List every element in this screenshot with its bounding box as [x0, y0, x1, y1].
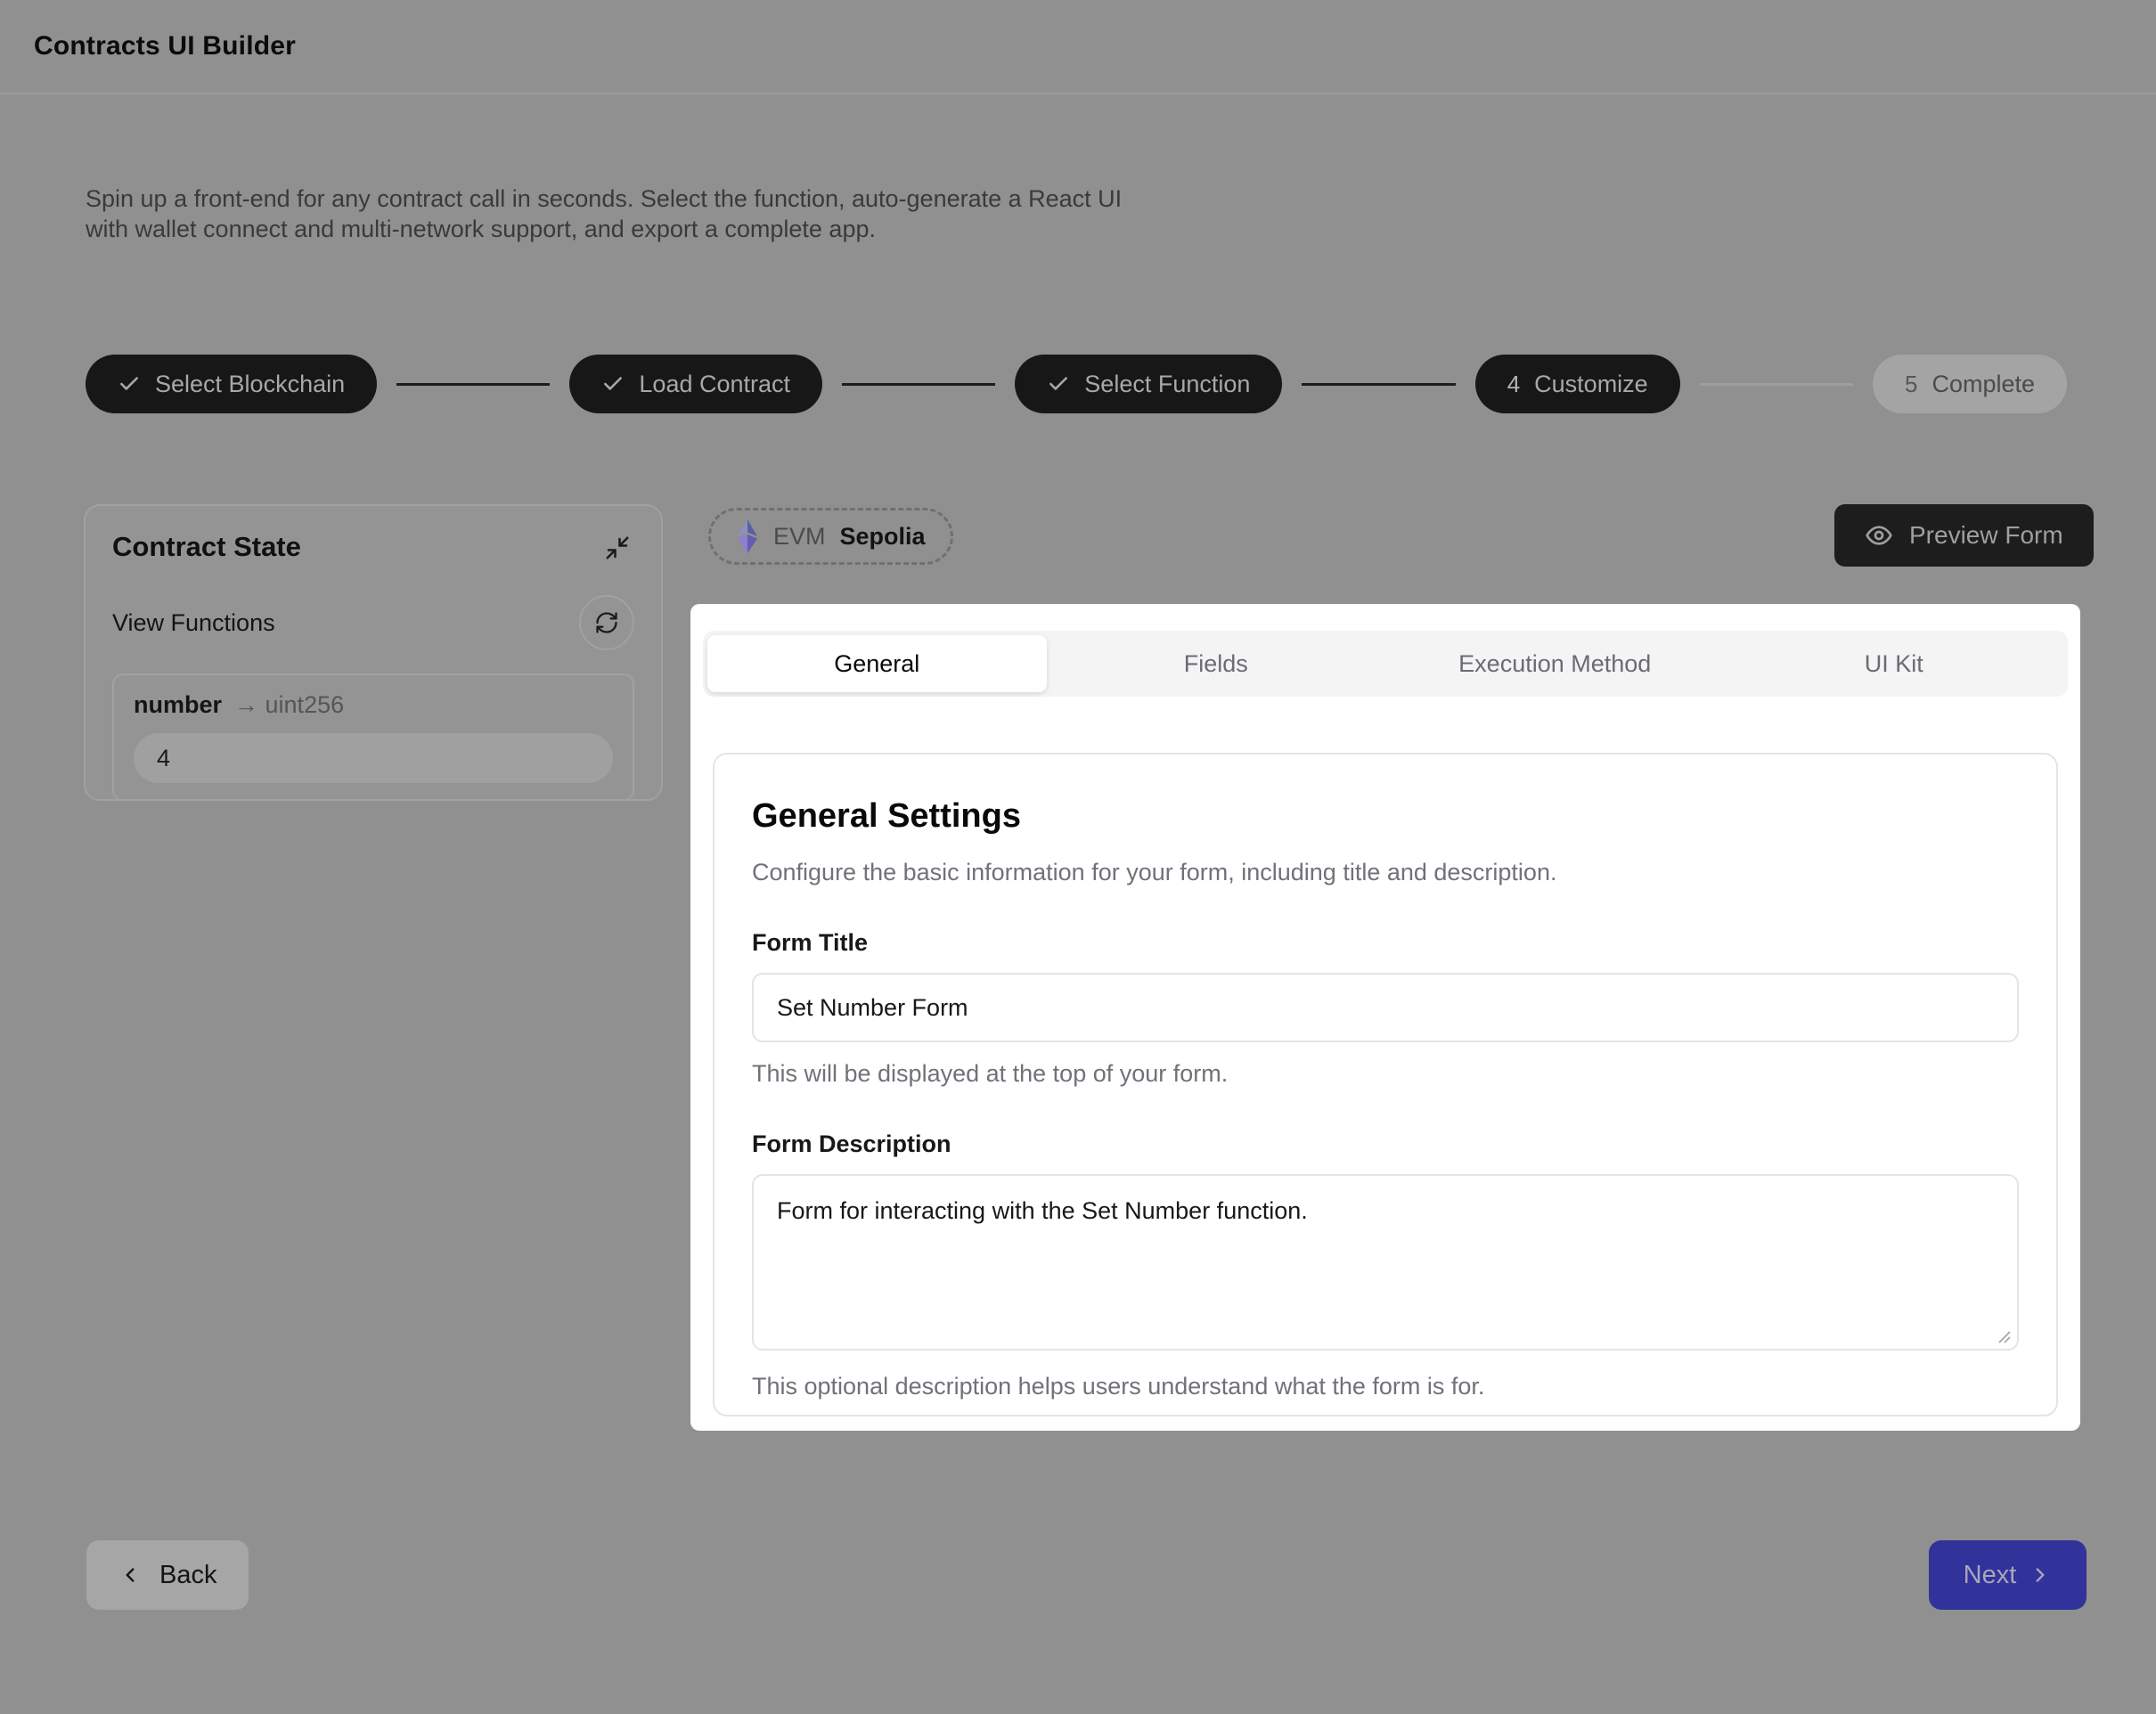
- next-button-label: Next: [1964, 1561, 2017, 1590]
- step-number: 4: [1507, 371, 1520, 398]
- general-settings-title: General Settings: [752, 797, 2019, 836]
- general-settings-card: General Settings Configure the basic inf…: [713, 753, 2058, 1416]
- tab-fields[interactable]: Fields: [1047, 635, 1386, 692]
- tab-ui-kit[interactable]: UI Kit: [1725, 635, 2064, 692]
- refresh-button[interactable]: [579, 595, 634, 650]
- step-label: Select Blockchain: [155, 371, 345, 398]
- intro-text: Spin up a front-end for any contract cal…: [86, 184, 1128, 244]
- customize-panel: General Fields Execution Method UI Kit G…: [690, 604, 2080, 1431]
- step-complete[interactable]: 5 Complete: [1873, 355, 2067, 413]
- step-connector: [1302, 383, 1455, 386]
- step-load-contract[interactable]: Load Contract: [569, 355, 822, 413]
- step-label: Complete: [1931, 371, 2035, 398]
- eye-icon: [1865, 521, 1893, 550]
- chevron-left-icon: [118, 1563, 142, 1587]
- preview-form-button[interactable]: Preview Form: [1834, 504, 2094, 567]
- network-name-label: Sepolia: [840, 523, 926, 551]
- customize-tabs: General Fields Execution Method UI Kit: [703, 631, 2068, 697]
- function-value: 4: [134, 733, 613, 783]
- resize-handle-icon[interactable]: [1996, 1328, 2012, 1344]
- step-connector: [1700, 383, 1853, 386]
- check-icon: [118, 372, 141, 396]
- preview-form-label: Preview Form: [1909, 521, 2063, 550]
- ethereum-icon: [736, 518, 759, 554]
- form-title-input[interactable]: [752, 973, 2019, 1042]
- step-label: Load Contract: [639, 371, 790, 398]
- step-connector: [842, 383, 995, 386]
- back-button[interactable]: Back: [86, 1540, 249, 1610]
- function-name: number: [134, 691, 222, 719]
- step-label: Select Function: [1084, 371, 1250, 398]
- next-button[interactable]: Next: [1929, 1540, 2087, 1610]
- tab-general[interactable]: General: [707, 635, 1047, 692]
- back-button-label: Back: [159, 1561, 216, 1590]
- step-label: Customize: [1534, 371, 1648, 398]
- check-icon: [1047, 372, 1070, 396]
- form-title-label: Form Title: [752, 929, 2019, 957]
- step-select-function[interactable]: Select Function: [1015, 355, 1282, 413]
- form-description-textarea[interactable]: Form for interacting with the Set Number…: [752, 1174, 2019, 1351]
- collapse-panel-button[interactable]: [600, 531, 634, 565]
- function-return-type: → uint256: [234, 691, 344, 719]
- form-description-help: This optional description helps users un…: [752, 1373, 2019, 1400]
- step-customize[interactable]: 4 Customize: [1475, 355, 1680, 413]
- network-badge[interactable]: EVM Sepolia: [708, 508, 953, 565]
- chevron-right-icon: [2029, 1563, 2052, 1587]
- step-connector: [396, 383, 550, 386]
- check-icon: [601, 372, 625, 396]
- step-number: 5: [1905, 371, 1917, 398]
- minimize-icon: [604, 535, 631, 561]
- contract-state-title: Contract State: [112, 531, 301, 563]
- general-settings-description: Configure the basic information for your…: [752, 859, 2019, 886]
- form-title-help: This will be displayed at the top of you…: [752, 1060, 2019, 1088]
- refresh-icon: [594, 610, 619, 635]
- function-result-card[interactable]: number → uint256 4: [112, 673, 634, 801]
- wizard-stepper: Select Blockchain Load Contract Select F…: [86, 355, 2067, 413]
- step-select-blockchain[interactable]: Select Blockchain: [86, 355, 377, 413]
- app-header: Contracts UI Builder: [0, 0, 2156, 94]
- network-platform-label: EVM: [773, 523, 826, 551]
- view-functions-label: View Functions: [112, 609, 275, 637]
- app-title: Contracts UI Builder: [34, 31, 296, 61]
- tab-execution-method[interactable]: Execution Method: [1385, 635, 1725, 692]
- contract-state-panel: Contract State View Functions number → u…: [84, 504, 663, 801]
- form-description-label: Form Description: [752, 1130, 2019, 1158]
